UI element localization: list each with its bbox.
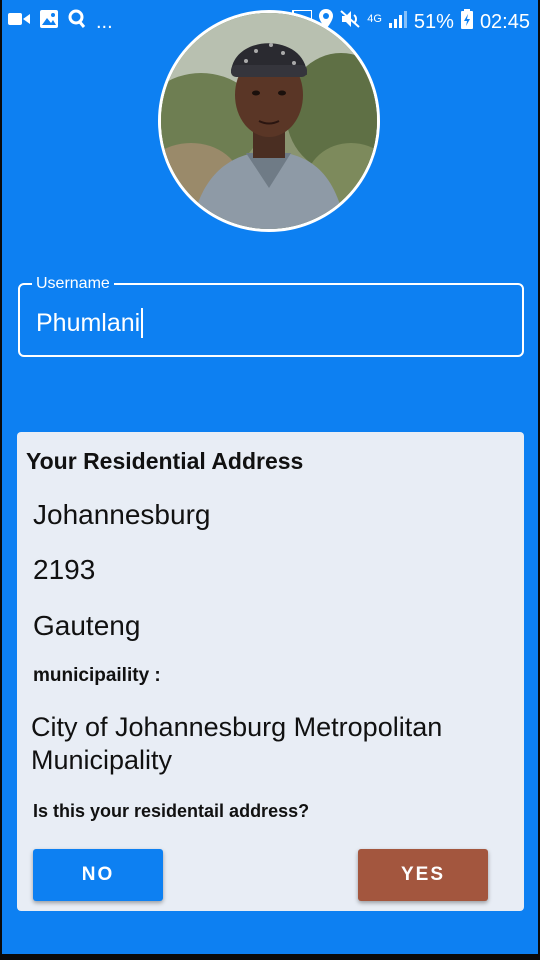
confirm-question: Is this your residentail address? — [33, 801, 310, 821]
network-type: 4G — [367, 12, 382, 25]
card-title: Your Residential Address — [26, 448, 304, 474]
city-text: Johannesburg — [33, 499, 211, 530]
province-text: Gauteng — [33, 610, 141, 641]
signal-icon — [388, 10, 407, 34]
profile-photo — [161, 13, 377, 229]
more-indicator: ... — [96, 11, 113, 33]
search-q-icon — [68, 9, 86, 35]
municipality-label: municipaility : — [33, 665, 161, 686]
yes-button[interactable]: YES — [358, 849, 488, 901]
username-input[interactable]: Phumlani — [36, 308, 144, 338]
username-label: Username — [32, 274, 114, 294]
postal-code-text: 2193 — [33, 554, 96, 585]
clock: 02:45 — [479, 11, 530, 33]
image-icon — [40, 10, 58, 34]
app-screen: ... 4G 51% 02:45 Username Phumlani Your … — [2, 0, 538, 954]
video-icon — [8, 11, 30, 33]
status-left: ... — [8, 9, 113, 35]
address-card: Your Residential Address Johannesburg 21… — [17, 432, 524, 911]
no-button[interactable]: NO — [33, 849, 163, 901]
text-caret — [141, 308, 144, 338]
username-value: Phumlani — [36, 309, 141, 337]
battery-percent: 51% — [413, 11, 454, 33]
municipality-text: City of Johannesburg Metropolitan Munici… — [31, 712, 443, 775]
profile-avatar[interactable] — [158, 10, 380, 232]
username-field[interactable]: Username Phumlani — [18, 274, 524, 357]
mute-icon — [340, 9, 360, 35]
battery-charging-icon — [460, 9, 473, 35]
